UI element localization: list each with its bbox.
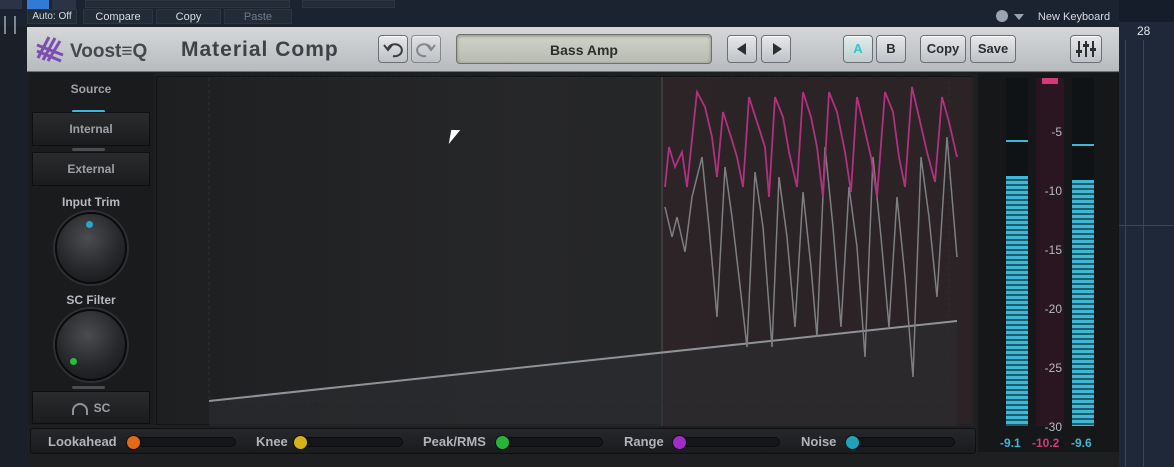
wrench-icon[interactable] <box>0 0 22 9</box>
previous-preset-button[interactable] <box>727 35 757 63</box>
plugin-title: Material Comp <box>181 38 339 61</box>
peak-rms-label: Peak/RMS <box>423 434 486 449</box>
sc-indicator <box>72 386 105 389</box>
grid-line <box>1143 40 1144 467</box>
noise-label: Noise <box>801 434 837 449</box>
arrow-left-icon <box>737 43 746 55</box>
sc-listen-button[interactable]: SC <box>32 391 150 424</box>
meter-scale-20: -20 <box>1044 302 1062 316</box>
redo-icon <box>416 43 436 58</box>
meter-scale-30: -30 <box>1044 420 1062 434</box>
knee-label: Knee <box>256 434 288 449</box>
preset-display[interactable]: Bass Amp <box>456 34 712 64</box>
save-button[interactable]: Save <box>970 35 1016 63</box>
paste-host-button[interactable]: Paste <box>224 9 292 24</box>
external-button[interactable]: External <box>32 152 150 186</box>
noise-handle[interactable] <box>845 435 860 450</box>
input-peak-readout: -9.1 <box>1000 436 1021 450</box>
range-handle[interactable] <box>672 435 687 450</box>
input-trim-knob[interactable] <box>55 212 127 284</box>
knob-indicator <box>86 221 93 228</box>
compression-graph <box>156 76 974 426</box>
lookahead-handle[interactable] <box>126 435 141 450</box>
gear-icon[interactable] <box>996 10 1008 22</box>
copy-host-button[interactable]: Copy <box>156 9 221 24</box>
mixer-sliders-icon <box>1076 41 1096 57</box>
voosteq-logo-icon <box>35 33 65 63</box>
host-left-strip <box>0 16 27 467</box>
bar-number: 28 <box>1137 24 1151 38</box>
noise-slider[interactable] <box>847 437 955 447</box>
compare-button[interactable]: Compare <box>83 9 153 24</box>
peak-rms-slider[interactable] <box>497 437 603 447</box>
keyboard-selector[interactable]: New Keyboard <box>1030 9 1118 24</box>
chevron-down-icon[interactable] <box>1014 14 1024 20</box>
input-trim-label: Input Trim <box>62 195 120 209</box>
sc-filter-label: SC Filter <box>66 293 116 307</box>
grid-line <box>1125 40 1126 467</box>
brand-name: Voost≡Q <box>70 41 148 62</box>
waveform-display <box>208 76 974 426</box>
gain-reduction-readout: -10.2 <box>1032 436 1060 450</box>
output-meter <box>1072 78 1094 426</box>
ab-a-button[interactable]: A <box>843 35 873 63</box>
knee-slider[interactable] <box>295 437 403 447</box>
sidechain-selector[interactable] <box>302 0 395 8</box>
undo-button[interactable] <box>378 35 408 63</box>
headphones-icon <box>71 402 88 415</box>
meter-scale-5: -5 <box>1051 125 1062 139</box>
settings-button[interactable] <box>1070 35 1102 63</box>
knob-indicator <box>70 358 77 365</box>
source-label: Source <box>70 82 112 96</box>
timeline-ruler <box>1119 0 1174 22</box>
preset-selector[interactable] <box>85 0 290 8</box>
ab-b-button[interactable]: B <box>876 35 906 63</box>
route-icon[interactable] <box>52 0 76 9</box>
auto-off-button[interactable]: Auto: Off <box>27 9 77 24</box>
sc-label: SC <box>93 401 111 415</box>
arrow-right-icon <box>773 43 782 55</box>
lookahead-slider[interactable] <box>128 437 236 447</box>
meter-scale-15: -15 <box>1044 243 1062 257</box>
next-preset-button[interactable] <box>761 35 791 63</box>
host-toolbar: Auto: Off Compare Copy Paste New Keyboar… <box>0 0 1174 26</box>
output-peak-readout: -9.6 <box>1071 436 1092 450</box>
redo-button[interactable] <box>411 35 441 63</box>
range-slider[interactable] <box>674 437 780 447</box>
external-indicator <box>72 148 105 151</box>
host-right-panel: 28 <box>1119 0 1174 467</box>
lookahead-label: Lookahead <box>48 434 117 449</box>
grid-line <box>1119 225 1174 226</box>
meter-scale-25: -25 <box>1044 361 1062 375</box>
undo-icon <box>383 43 403 58</box>
knee-handle[interactable] <box>293 435 308 450</box>
internal-button[interactable]: Internal <box>32 112 150 146</box>
meter-scale-10: -10 <box>1044 184 1062 198</box>
range-label: Range <box>624 434 664 449</box>
sc-filter-knob[interactable] <box>55 309 127 381</box>
copy-button[interactable]: Copy <box>920 35 966 63</box>
power-icon[interactable] <box>27 0 49 9</box>
peak-rms-handle[interactable] <box>495 435 510 450</box>
insert-icon <box>4 16 16 34</box>
